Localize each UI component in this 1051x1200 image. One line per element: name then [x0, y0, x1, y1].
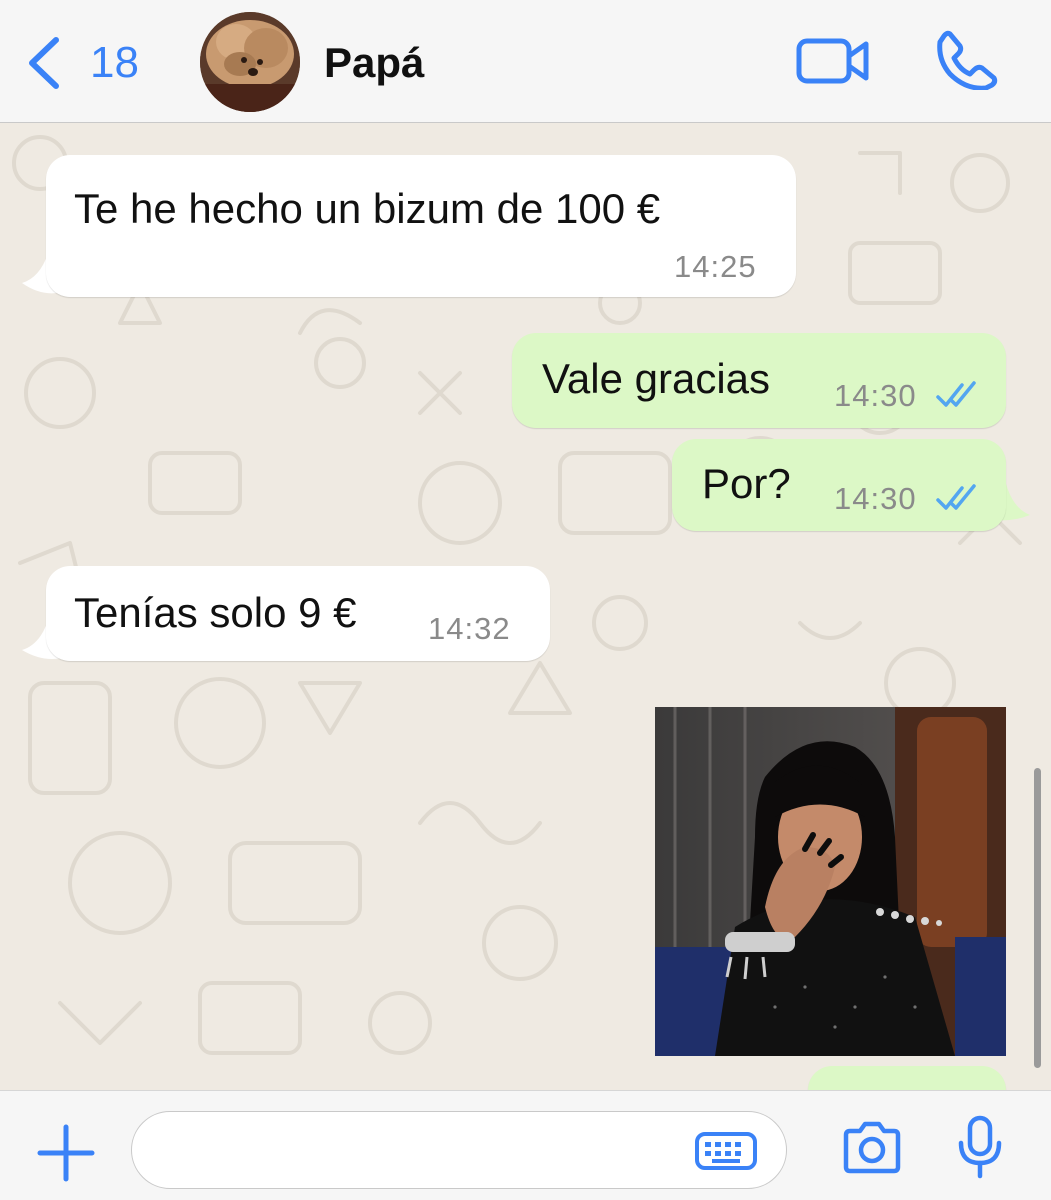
double-check-icon [936, 381, 976, 407]
avatar[interactable] [200, 12, 300, 112]
message-bubble-outgoing[interactable] [808, 1066, 1006, 1090]
camera-icon [843, 1121, 901, 1174]
scrollbar[interactable] [1034, 768, 1041, 1068]
contact-name[interactable]: Papá [324, 38, 424, 88]
back-button[interactable] [22, 36, 68, 90]
back-chevron-icon [29, 37, 59, 89]
chat-header: 18 Papá [0, 0, 1051, 123]
phone-icon [937, 30, 998, 91]
avatar-image [200, 12, 300, 112]
message-time: 14:32 [428, 611, 511, 646]
message-text: Te he hecho un bizum de 100 € [74, 185, 661, 232]
message-time: 14:25 [674, 249, 757, 284]
video-camera-icon [796, 38, 869, 84]
message-input[interactable] [131, 1111, 787, 1189]
sticker-keyboard-button[interactable] [694, 1131, 758, 1171]
attach-button[interactable] [36, 1123, 96, 1183]
video-call-button[interactable] [796, 36, 870, 86]
double-check-icon [936, 484, 976, 510]
message-text: Vale gracias [542, 355, 771, 402]
microphone-icon [958, 1115, 1002, 1179]
message-time: 14:30 [834, 481, 917, 516]
plus-icon [37, 1124, 95, 1182]
chat-area[interactable]: Te he hecho un bizum de 100 € 14:25 Vale… [0, 123, 1051, 1090]
keyboard-icon [695, 1132, 757, 1170]
unread-count[interactable]: 18 [90, 38, 139, 88]
message-bubble-incoming[interactable]: Te he hecho un bizum de 100 € 14:25 [46, 155, 796, 297]
gif-image [655, 707, 1006, 1056]
message-bubble-outgoing[interactable]: Por? 14:30 [672, 439, 1006, 531]
input-bar [0, 1090, 1051, 1200]
voice-note-button[interactable] [956, 1115, 1004, 1179]
message-text: Tenías solo 9 € [74, 589, 357, 636]
voice-call-button[interactable] [936, 30, 998, 91]
message-text: Por? [702, 460, 791, 507]
camera-button[interactable] [840, 1121, 904, 1175]
gif-message[interactable] [655, 707, 1006, 1056]
message-bubble-incoming[interactable]: Tenías solo 9 € 14:32 [46, 566, 550, 661]
message-bubble-outgoing[interactable]: Vale gracias 14:30 [512, 333, 1006, 428]
message-time: 14:30 [834, 378, 917, 413]
